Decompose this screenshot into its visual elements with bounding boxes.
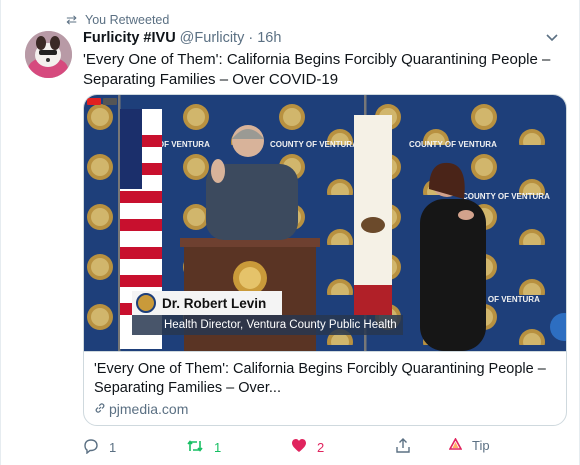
speaker-title: Health Director, Ventura County Public H… (132, 315, 403, 335)
retweet-label: You Retweeted (85, 13, 170, 27)
retweet-icon: ⇄ (66, 12, 77, 27)
backdrop-text: COUNTY OF VENTURA (462, 192, 550, 201)
like-icon (291, 438, 307, 456)
like-count: 2 (317, 439, 325, 455)
tip-icon (448, 437, 463, 453)
avatar[interactable] (25, 31, 72, 78)
video-lower-third: Dr. Robert Levin Health Director, Ventur… (132, 291, 403, 335)
reply-count: 1 (109, 440, 117, 455)
link-icon (94, 401, 106, 417)
card-video-thumbnail[interactable]: COUNTY OF VENTURA COUNTY OF VENTURA COUN… (84, 95, 566, 351)
share-icon (395, 438, 411, 457)
reply-icon (83, 438, 99, 457)
seal-icon (136, 293, 156, 313)
retweet-count: 1 (214, 440, 222, 455)
author-handle[interactable]: @Furlicity (180, 30, 245, 46)
link-card[interactable]: COUNTY OF VENTURA COUNTY OF VENTURA COUN… (83, 94, 567, 426)
backdrop-text: COUNTY OF VENTURA (409, 140, 497, 149)
chevron-down-icon[interactable] (545, 32, 559, 46)
tip-button[interactable]: Tip (448, 437, 490, 453)
speaker-name: Dr. Robert Levin (162, 295, 267, 311)
retweet-context: ⇄ You Retweeted (61, 12, 169, 28)
retweet-button[interactable]: 1 (186, 438, 221, 457)
card-body[interactable]: 'Every One of Them': California Begins F… (84, 351, 566, 425)
like-button[interactable]: 2 (291, 438, 324, 456)
tweet-actions: 1 1 2 Tip (83, 437, 553, 458)
retweet-icon (186, 438, 204, 457)
card-domain[interactable]: pjmedia.com (94, 401, 558, 417)
backdrop-text: COUNTY OF VENTURA (270, 140, 358, 149)
domain-text: pjmedia.com (109, 401, 189, 417)
share-button[interactable] (395, 438, 411, 457)
tweet[interactable]: ⇄ You Retweeted Furlicity #IVU @Furlicit… (0, 0, 580, 465)
author-name[interactable]: Furlicity #IVU (83, 30, 176, 46)
card-title[interactable]: 'Every One of Them': California Begins F… (94, 360, 558, 398)
tweet-header: Furlicity #IVU @Furlicity · 16h (83, 30, 281, 46)
reply-button[interactable]: 1 (83, 438, 116, 457)
tip-label: Tip (472, 438, 490, 453)
tweet-text: 'Every One of Them': California Begins F… (83, 51, 551, 88)
separator: · (248, 30, 254, 46)
timestamp[interactable]: 16h (257, 30, 281, 46)
